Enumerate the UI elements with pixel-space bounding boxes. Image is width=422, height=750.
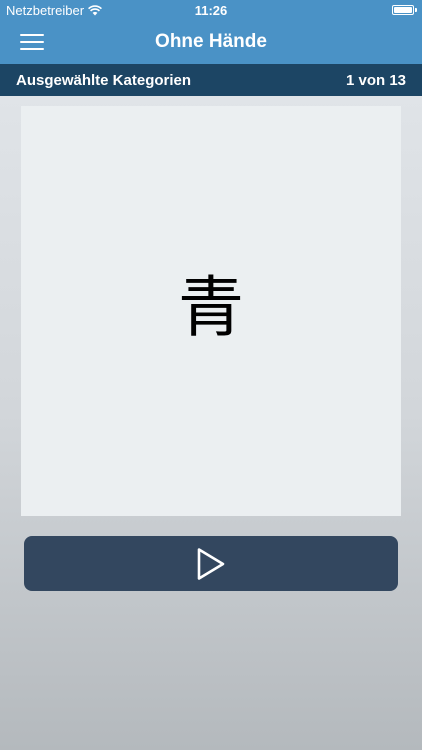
category-bar: Ausgewählte Kategorien 1 von 13 — [0, 64, 422, 96]
flashcard-character: 青 — [178, 269, 244, 346]
battery-icon — [392, 5, 417, 15]
page-title: Ohne Hände — [155, 31, 267, 52]
play-button[interactable] — [24, 536, 398, 591]
status-time: 11:26 — [194, 3, 228, 18]
navigation-bar: Ohne Hände — [0, 22, 422, 64]
play-icon — [197, 547, 225, 580]
status-bar: Netzbetreiber 11:26 — [0, 0, 422, 22]
flashcard[interactable]: 青 — [21, 106, 401, 516]
card-counter: 1 von 13 — [345, 72, 406, 89]
top-bar: Netzbetreiber 11:26 Ohne Hände — [0, 0, 422, 64]
category-label: Ausgewählte Kategorien — [16, 72, 192, 89]
